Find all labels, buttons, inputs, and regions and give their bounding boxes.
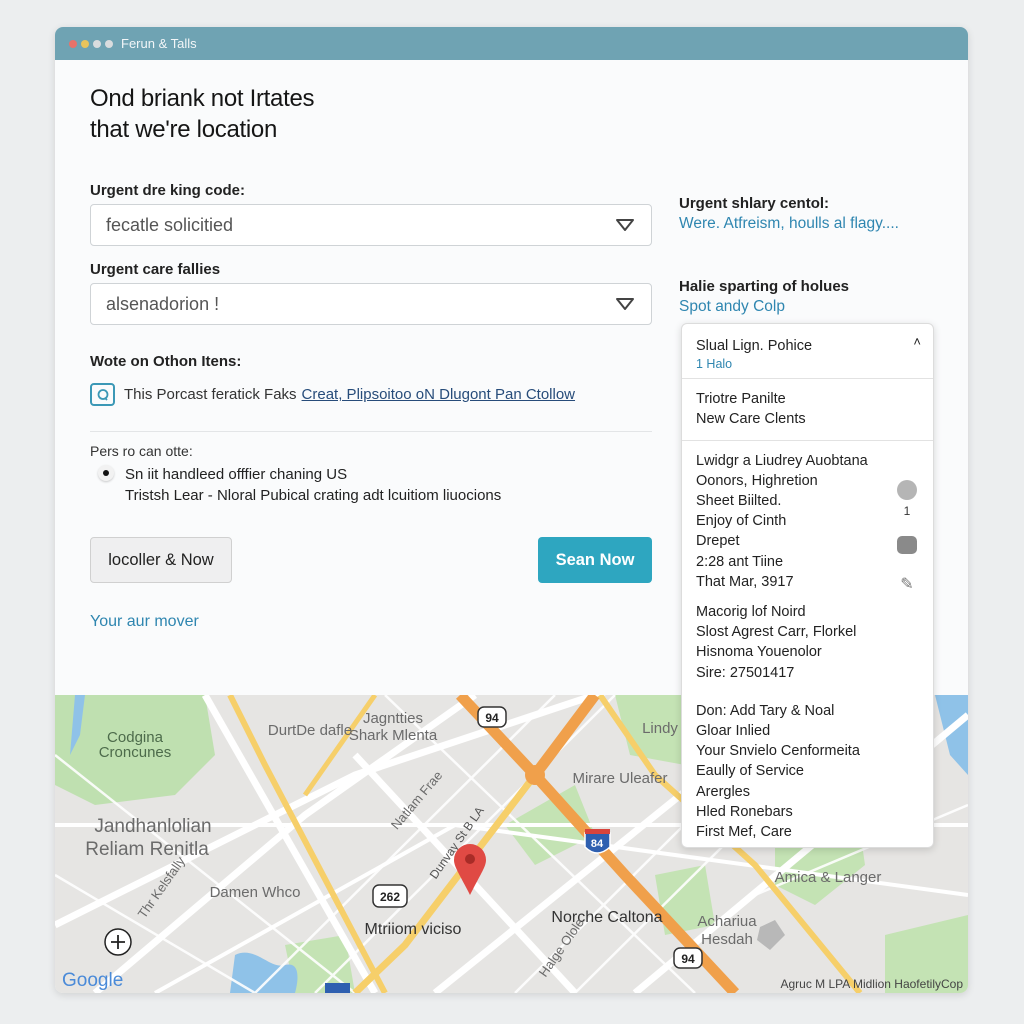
divider — [90, 431, 652, 432]
directions-icon[interactable]: ✎ — [900, 574, 913, 594]
popup-line: Hled Ronebars — [696, 803, 793, 820]
count-badge: 1 — [903, 504, 911, 518]
map-label: Lindy — [642, 720, 678, 737]
shield-label: 94 — [681, 952, 695, 966]
map-label: Amica & Langer — [775, 869, 882, 886]
browser-window: Ferun & Talls Ond briank not Irtates that… — [55, 27, 968, 993]
map-label: Mtriiom viciso — [365, 921, 462, 938]
popup-line: New Care Clents — [696, 411, 806, 428]
google-logo: Google — [62, 970, 123, 991]
window-maximize-dot[interactable] — [93, 39, 101, 48]
popup-line: Drepet — [696, 533, 740, 550]
zoom-in-button[interactable] — [104, 928, 132, 956]
popup-title: Slual Lign. Pohice — [696, 338, 813, 354]
right-section1-label: Urgent shlary centol: — [679, 195, 830, 212]
map-label: Jagntties — [363, 710, 423, 727]
popup-line: Triotre Panilte — [696, 391, 786, 408]
highway-shield-262: 262 — [372, 884, 408, 908]
divider — [682, 378, 933, 380]
popup-line: Sire: 27501417 — [696, 664, 795, 681]
secondary-button[interactable]: locoller & Now — [90, 537, 232, 583]
radio-option-description: Tristsh Lear - Nloral Pubical crating ad… — [125, 487, 502, 504]
shield-label: 262 — [380, 890, 400, 904]
popup-line: Enjoy of Cinth — [696, 513, 787, 530]
popup-line: Slost Agrest Carr, Florkel — [696, 624, 857, 641]
right-section2-link[interactable]: Spot andy Colp — [679, 298, 785, 316]
interstate-shield-partial — [325, 983, 350, 993]
note-row: This Porcast feratick Faks Creat, Plipso… — [90, 383, 575, 406]
window-close-dot[interactable] — [69, 39, 77, 48]
map-label: Croncunes — [99, 744, 172, 761]
field1-value: fecatle solicitied — [106, 214, 234, 235]
highway-shield-94b: 94 — [673, 947, 703, 969]
popup-line: Don: Add Tary & Noal — [696, 702, 835, 719]
chat-icon — [90, 383, 115, 406]
right-section2-label: Halie sparting of holues — [679, 278, 850, 295]
title-line-1: Ond briank not Irtates — [90, 85, 315, 112]
map-label: Jandhanlolian — [94, 816, 211, 837]
search-now-button[interactable]: Sean Now — [538, 537, 652, 583]
radio-button[interactable] — [98, 465, 114, 481]
map-label: Achariua — [697, 913, 757, 930]
chevron-down-icon — [616, 219, 634, 231]
map-label: DurtDe dafle — [268, 722, 352, 739]
interchange — [525, 765, 545, 785]
popup-line: That Mar, 3917 — [696, 573, 794, 590]
page-title: Ond briank not Irtates that we're locatio… — [90, 83, 315, 145]
radio-option-label: Sn iit handleed offfier chaning US — [125, 466, 348, 483]
popup-line: Arergles — [696, 783, 750, 800]
map-label: Shark Mlenta — [349, 727, 438, 744]
window-minimize-dot[interactable] — [81, 39, 89, 48]
field2-select[interactable]: alsenadorion ! — [90, 283, 652, 325]
popup-action-icons: 1 ✎ — [897, 480, 917, 594]
popup-line: Eaully of Service — [696, 763, 804, 780]
note-text: This Porcast feratick Faks — [124, 386, 297, 403]
radio-group-label: Pers ro can otte: — [90, 443, 193, 459]
map-label: Damen Whco — [210, 884, 301, 901]
field2-label: Urgent care fallies — [90, 261, 221, 278]
shield-label: 94 — [485, 711, 499, 725]
title-line-2: that we're location — [90, 116, 277, 143]
chevron-down-icon — [616, 298, 634, 310]
popup-subtitle: 1 Halo — [696, 357, 733, 372]
collapse-icon[interactable]: ˄ — [913, 334, 921, 349]
popup-line: Hisnoma Youenolor — [696, 644, 822, 661]
save-icon[interactable] — [897, 536, 917, 554]
popup-line: Your Snvielo Cenformeita — [696, 743, 860, 760]
map-label: Hesdah — [701, 931, 753, 948]
place-info-popup: ˄ Slual Lign. Pohice 1 Halo Triotre Pani… — [681, 323, 934, 848]
notes-label: Wote on Othon Itens: — [90, 353, 242, 370]
popup-line: Gloar Inlied — [696, 723, 771, 740]
landmark-icon — [757, 920, 785, 950]
field2-value: alsenadorion ! — [106, 293, 220, 314]
share-icon[interactable] — [897, 480, 917, 500]
map-label: Thr Kelsfally — [135, 853, 189, 921]
field1-label: Urgent dre king code: — [90, 182, 246, 199]
interstate-shield-84: 84 — [584, 829, 611, 854]
popup-line: Sheet Biilted. — [696, 493, 782, 510]
field1-select[interactable]: fecatle solicitied — [90, 204, 652, 246]
shield-label: 84 — [591, 838, 604, 850]
window-title: Ferun & Talls — [121, 36, 197, 51]
map-attribution: Agruc M LPA Midlion HaofetilyCop — [780, 977, 963, 991]
popup-line: First Mef, Care — [696, 824, 792, 841]
popup-line: Macorig lof Noird — [696, 604, 806, 621]
popup-line: Lwidgr a Liudrey Auobtana — [696, 452, 868, 469]
divider — [682, 439, 933, 441]
highway-shield-94: 94 — [477, 706, 507, 728]
right-section1-link[interactable]: Were. Atfreism, houlls al flagy.... — [679, 215, 899, 233]
popup-line: 2:28 ant Tiine — [696, 553, 784, 570]
popup-line: Oonors, Highretion — [696, 472, 818, 489]
map-label: Mirare Uleafer — [572, 770, 667, 787]
title-bar: Ferun & Talls — [55, 27, 968, 60]
map-label: Reliam Renitla — [85, 839, 209, 860]
note-link[interactable]: Creat, Plipsoitoo oN Dlugont Pan Ctollow — [302, 386, 575, 403]
window-dot — [105, 39, 113, 48]
footer-link[interactable]: Your aur mover — [90, 613, 199, 631]
